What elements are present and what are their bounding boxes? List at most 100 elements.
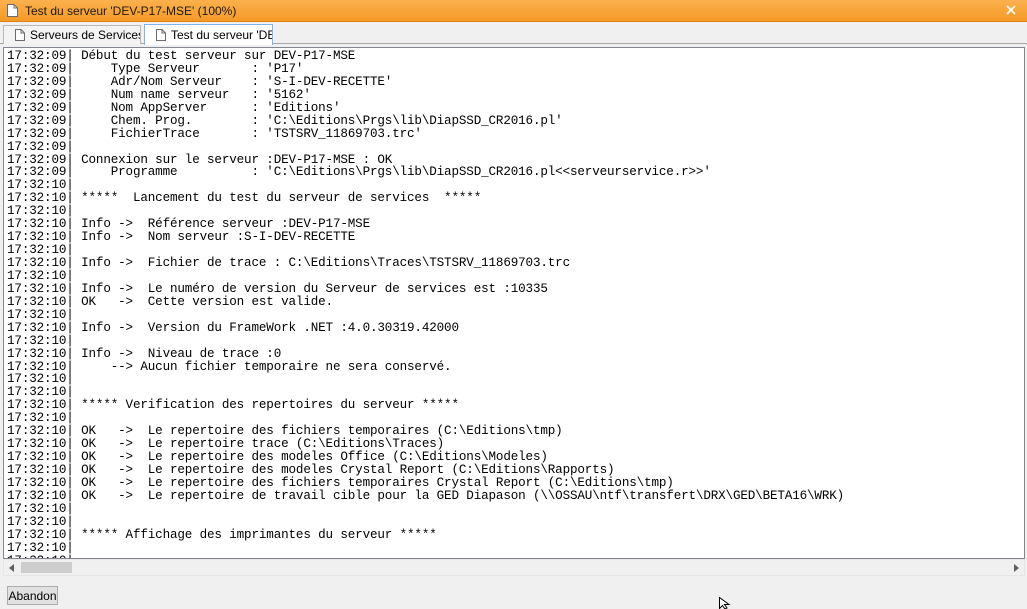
- log-lines: 17:32:09| Début du test serveur sur DEV-…: [7, 49, 844, 558]
- log-separator: |: [66, 204, 74, 219]
- log-message: OK -> Le repertoire trace (C:\Editions\T…: [73, 437, 445, 452]
- log-timestamp: 17:32:10: [7, 488, 67, 503]
- log-separator: |: [66, 256, 74, 270]
- log-line: 17:32:10| ***** Affichage des imprimante…: [7, 527, 844, 542]
- log-timestamp: 17:32:10: [7, 501, 67, 516]
- log-timestamp: 17:32:10: [7, 294, 67, 309]
- log-message: ***** Verification des repertoires du se…: [73, 398, 459, 413]
- log-timestamp: 17:32:10: [7, 256, 67, 270]
- log-separator: |: [66, 100, 74, 115]
- log-separator: |: [66, 333, 74, 348]
- log-line: 17:32:10| Info -> Version du FrameWork .…: [7, 320, 844, 335]
- log-separator: |: [66, 527, 74, 542]
- close-icon[interactable]: [1001, 1, 1021, 19]
- log-message: OK -> Le repertoire des fichiers tempora…: [73, 475, 674, 490]
- log-separator: |: [66, 74, 74, 89]
- log-message: Info -> Fichier de trace : C:\Editions\T…: [73, 256, 570, 270]
- tab-label: Serveurs de Services: [30, 28, 141, 42]
- log-line: 17:32:10| Info -> Nom serveur :S-I-DEV-R…: [7, 231, 844, 244]
- log-separator: |: [66, 346, 74, 361]
- log-separator: |: [66, 463, 74, 477]
- log-timestamp: 17:32:10: [7, 243, 67, 258]
- log-message: Info -> Le numéro de version du Serveur …: [73, 281, 548, 296]
- log-separator: |: [66, 139, 74, 154]
- log-line: 17:32:10|: [7, 501, 844, 516]
- log-separator: |: [66, 450, 74, 465]
- log-message: FichierTrace : 'TSTSRV_11869703.trc': [73, 126, 422, 141]
- log-separator: |: [66, 514, 74, 529]
- log-separator: |: [66, 87, 74, 102]
- log-message: Num name serveur : '5162': [73, 87, 311, 102]
- log-timestamp: 17:32:10: [7, 540, 67, 555]
- log-separator: |: [66, 372, 74, 387]
- log-timestamp: 17:32:09: [7, 126, 67, 141]
- log-timestamp: 17:32:09: [7, 61, 67, 76]
- log-timestamp: 17:32:10: [7, 450, 67, 465]
- log-separator: |: [66, 294, 74, 309]
- log-timestamp: 17:32:10: [7, 437, 67, 452]
- document-icon: [156, 29, 166, 41]
- arrow-left-icon[interactable]: [4, 560, 20, 575]
- log-timestamp: 17:32:10: [7, 230, 67, 245]
- log-line: 17:32:10|: [7, 540, 844, 555]
- log-timestamp: 17:32:10: [7, 307, 67, 322]
- log-separator: |: [66, 126, 74, 141]
- log-timestamp: 17:32:10: [7, 398, 67, 413]
- log-separator: |: [66, 191, 74, 206]
- log-timestamp: 17:32:10: [7, 411, 67, 426]
- log-separator: |: [66, 437, 74, 452]
- log-timestamp: 17:32:09: [7, 152, 67, 167]
- log-separator: |: [66, 230, 74, 245]
- tab-serveurs-de-services[interactable]: Serveurs de Services: [3, 25, 141, 44]
- log-separator: |: [66, 424, 74, 439]
- log-timestamp: 17:32:10: [7, 372, 67, 387]
- log-separator: |: [66, 268, 74, 283]
- window-title: Test du serveur 'DEV-P17-MSE' (100%): [25, 3, 237, 18]
- log-message: OK -> Cette version est valide.: [73, 294, 333, 309]
- log-message: Info -> Niveau de trace :0: [73, 346, 282, 361]
- log-separator: |: [66, 178, 74, 193]
- log-timestamp: 17:32:10: [7, 281, 67, 296]
- tab-test-du-serveur[interactable]: Test du serveur 'DEV-P...: [144, 24, 273, 45]
- log-message: ***** Affichage des imprimantes du serve…: [73, 527, 437, 542]
- log-line: 17:32:10| ***** Lancement du test du ser…: [7, 192, 844, 205]
- abandon-button[interactable]: Abandon: [7, 586, 58, 605]
- log-line: 17:32:10| --> Aucun fichier temporaire n…: [7, 359, 844, 374]
- log-separator: |: [66, 307, 74, 322]
- log-timestamp: 17:32:10: [7, 424, 67, 439]
- log-separator: |: [66, 61, 74, 76]
- log-message: OK -> Le repertoire des fichiers tempora…: [73, 424, 563, 439]
- log-timestamp: 17:32:09: [7, 74, 67, 89]
- log-timestamp: 17:32:10: [7, 359, 67, 374]
- log-timestamp: 17:32:10: [7, 178, 67, 193]
- log-separator: |: [66, 320, 74, 335]
- log-separator: |: [66, 359, 74, 374]
- log-message: Adr/Nom Serveur : 'S-I-DEV-RECETTE': [73, 74, 393, 89]
- log-separator: |: [66, 113, 74, 128]
- log-line: 17:32:09| Programme : 'C:\Editions\Prgs\…: [7, 166, 844, 179]
- log-separator: |: [66, 281, 74, 296]
- log-separator: |: [66, 501, 74, 516]
- log-timestamp: 17:32:09: [7, 100, 67, 115]
- log-timestamp: 17:32:10: [7, 514, 67, 529]
- log-timestamp: 17:32:10: [7, 320, 67, 335]
- arrow-right-icon[interactable]: [1008, 560, 1024, 575]
- log-textarea[interactable]: 17:32:09| Début du test serveur sur DEV-…: [3, 47, 1025, 559]
- scrollbar-thumb[interactable]: [21, 562, 72, 573]
- log-timestamp: 17:32:10: [7, 346, 67, 361]
- log-timestamp: 17:32:10: [7, 204, 67, 219]
- log-separator: |: [66, 243, 74, 258]
- horizontal-scrollbar[interactable]: [3, 559, 1025, 576]
- document-icon: [7, 4, 18, 17]
- log-message: Info -> Référence serveur :DEV-P17-MSE: [73, 217, 370, 232]
- log-timestamp: 17:32:10: [7, 333, 67, 348]
- log-separator: |: [66, 540, 74, 555]
- mouse-cursor-icon: [719, 597, 731, 609]
- log-timestamp: 17:32:10: [7, 191, 67, 206]
- log-timestamp: 17:32:10: [7, 385, 67, 400]
- log-message: Début du test serveur sur DEV-P17-MSE: [73, 49, 356, 63]
- log-line: 17:32:10| Info -> Fichier de trace : C:\…: [7, 257, 844, 270]
- document-icon: [15, 29, 25, 41]
- log-message: OK -> Le repertoire des modeles Office (…: [73, 450, 548, 465]
- log-line: 17:32:09| FichierTrace : 'TSTSRV_1186970…: [7, 126, 844, 141]
